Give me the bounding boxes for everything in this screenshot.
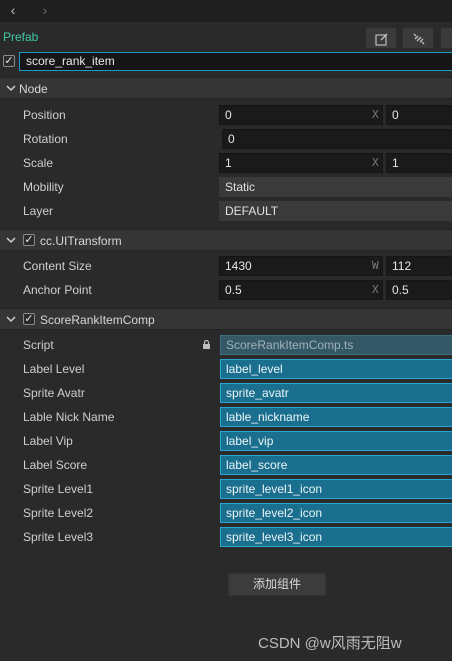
label-vip-field[interactable]: label_vip [220, 431, 452, 451]
scale-x-axis-label: X [372, 156, 379, 169]
node-active-checkbox[interactable]: ✓ [3, 55, 15, 67]
node-section-header[interactable]: Node [0, 77, 452, 99]
edit-prefab-button[interactable] [365, 27, 397, 49]
mobility-label: Mobility [23, 180, 64, 194]
rotation-label: Rotation [23, 132, 68, 146]
position-x-field[interactable]: 0 [219, 105, 383, 125]
prefab-label: Prefab [3, 30, 39, 44]
label-level-field[interactable]: label_level [220, 359, 452, 379]
content-size-height-field[interactable]: 112 [386, 256, 452, 276]
layer-label: Layer [23, 204, 54, 218]
sprite-avatr-label: Sprite Avatr [23, 386, 85, 400]
anchor-y-field[interactable]: 0.5 [386, 280, 452, 300]
lable-nick-name-field[interactable]: lable_nickname [220, 407, 452, 427]
anchor-point-label: Anchor Point [23, 283, 92, 297]
sprite-level3-label: Sprite Level3 [23, 530, 94, 544]
section-title: cc.UITransform [40, 234, 122, 248]
top-bar: ‹ › [0, 0, 452, 22]
sprite-level1-field[interactable]: sprite_level1_icon [220, 479, 452, 499]
script-asset-field[interactable]: ScoreRankItemComp.ts [220, 335, 452, 355]
rotation-field[interactable]: 0 [222, 129, 452, 149]
forward-arrow-icon[interactable]: › [36, 1, 54, 19]
sprite-avatr-field[interactable]: sprite_avatr [220, 383, 452, 403]
position-x-axis-label: X [372, 108, 379, 121]
checkmark-icon: ✓ [24, 313, 34, 325]
section-title: ScoreRankItemComp [40, 313, 155, 327]
edit-icon [375, 33, 388, 46]
anchor-x-axis-label: X [372, 283, 379, 296]
uitransform-enabled-checkbox[interactable]: ✓ [23, 234, 35, 246]
node-name-input[interactable]: score_rank_item [19, 52, 452, 71]
section-title: Node [19, 82, 48, 96]
prefab-more-button[interactable] [440, 27, 452, 49]
mobility-select[interactable]: Static [219, 177, 452, 197]
caret-down-icon [6, 316, 16, 323]
layer-select[interactable]: DEFAULT [219, 201, 452, 221]
score-rank-comp-section-header[interactable]: ✓ ScoreRankItemComp [0, 308, 452, 330]
sprite-level1-label: Sprite Level1 [23, 482, 94, 496]
scale-x-field[interactable]: 1 [219, 153, 383, 173]
position-label: Position [23, 108, 66, 122]
content-size-width-field[interactable]: 1430 [219, 256, 383, 276]
lable-nick-name-label: Lable Nick Name [23, 410, 115, 424]
checkmark-icon: ✓ [24, 234, 34, 246]
script-label: Script [23, 338, 54, 352]
unlink-prefab-button[interactable] [402, 27, 434, 49]
label-score-label: Label Score [23, 458, 88, 472]
score-rank-comp-enabled-checkbox[interactable]: ✓ [23, 313, 35, 325]
sprite-level2-label: Sprite Level2 [23, 506, 94, 520]
caret-down-icon [6, 237, 16, 244]
content-size-label: Content Size [23, 259, 92, 273]
watermark: CSDN @w风雨无阻w [258, 635, 402, 652]
label-vip-label: Label Vip [23, 434, 73, 448]
label-level-label: Label Level [23, 362, 85, 376]
unlink-icon [413, 33, 425, 45]
scale-label: Scale [23, 156, 54, 170]
content-size-width-axis-label: W [372, 259, 379, 272]
caret-down-icon [6, 85, 16, 92]
sprite-level3-field[interactable]: sprite_level3_icon [220, 527, 452, 547]
checkmark-icon: ✓ [4, 55, 14, 67]
uitransform-section-header[interactable]: ✓ cc.UITransform [0, 229, 452, 251]
anchor-x-field[interactable]: 0.5 [219, 280, 383, 300]
scale-y-field[interactable]: 1 [386, 153, 452, 173]
back-arrow-icon[interactable]: ‹ [4, 1, 22, 19]
label-score-field[interactable]: label_score [220, 455, 452, 475]
lock-icon [203, 340, 210, 349]
position-y-field[interactable]: 0 [386, 105, 452, 125]
sprite-level2-field[interactable]: sprite_level2_icon [220, 503, 452, 523]
add-component-button[interactable]: 添加组件 [228, 573, 326, 596]
